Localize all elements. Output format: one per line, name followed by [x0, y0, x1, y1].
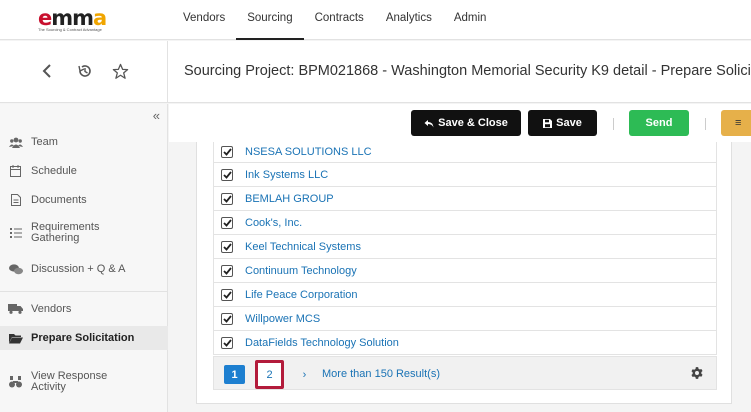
sidebar-divider	[0, 291, 168, 292]
sidebar-item-prepare-solicitation[interactable]: Prepare Solicitation	[0, 326, 168, 350]
check-icon	[222, 218, 232, 227]
save-close-label: Save & Close	[438, 117, 508, 129]
sidebar-item-label: Schedule	[31, 164, 77, 177]
next-page-icon[interactable]: ›	[294, 365, 315, 384]
vendor-name[interactable]: Continuum Technology	[245, 265, 357, 277]
sidebar: « Team Schedule Documents Requirements G…	[0, 104, 168, 412]
check-icon	[222, 242, 232, 251]
gear-icon[interactable]	[690, 366, 704, 380]
send-label: Send	[645, 117, 673, 129]
sidebar-item-schedule[interactable]: Schedule	[0, 163, 168, 179]
save-button[interactable]: Save	[528, 110, 597, 136]
top-bar: emma The Sourcing & Contract Advantage V…	[0, 0, 751, 40]
collapse-sidebar-icon[interactable]: «	[153, 108, 160, 123]
vendor-checkbox[interactable]	[221, 146, 233, 158]
vendor-checkbox[interactable]	[221, 168, 233, 181]
save-close-button[interactable]: Save & Close	[411, 110, 521, 136]
vendor-checkbox[interactable]	[221, 192, 233, 205]
save-label: Save	[556, 117, 582, 129]
nav-sourcing[interactable]: Sourcing	[236, 0, 304, 40]
vendor-list-panel: NSESA SOLUTIONS LLC Ink Systems LLC BEML…	[196, 142, 732, 404]
document-icon	[0, 194, 31, 206]
history-icon[interactable]	[75, 61, 95, 81]
vendor-name[interactable]: Willpower MCS	[245, 313, 320, 325]
vendor-row: NSESA SOLUTIONS LLC	[214, 142, 716, 163]
main-nav: Vendors Sourcing Contracts Analytics Adm…	[172, 0, 497, 40]
nav-vendors[interactable]: Vendors	[172, 0, 236, 40]
sidebar-item-label: Vendors	[31, 302, 72, 315]
vendor-row: Cook's, Inc.	[214, 211, 716, 235]
vendor-row: Ink Systems LLC	[214, 163, 716, 187]
vendor-checkbox[interactable]	[221, 216, 233, 229]
check-icon	[222, 194, 232, 203]
action-bar: Save & Close Save Send ≡	[169, 104, 751, 142]
check-icon	[222, 338, 232, 347]
vendor-row: DataFields Technology Solution	[214, 331, 716, 355]
toolbar-divider	[705, 118, 706, 130]
vendor-name[interactable]: Life Peace Corporation	[245, 289, 358, 301]
pagination-bar: 1 2 › More than 150 Result(s)	[213, 356, 717, 390]
more-actions-button[interactable]: ≡	[721, 110, 751, 136]
page-1-button[interactable]: 1	[224, 365, 245, 384]
sidebar-item-label: Requirements Gathering	[31, 221, 100, 244]
send-button[interactable]: Send	[629, 110, 689, 136]
vendor-name[interactable]: DataFields Technology Solution	[245, 337, 399, 349]
title-icons	[0, 41, 168, 103]
toolbar-divider	[613, 118, 614, 130]
vendor-row: Life Peace Corporation	[214, 283, 716, 307]
sidebar-item-label: Documents	[31, 193, 87, 206]
sidebar-item-documents[interactable]: Documents	[0, 192, 168, 208]
folder-open-icon	[0, 333, 31, 344]
chat-icon	[0, 263, 31, 275]
vendor-name[interactable]: NSESA SOLUTIONS LLC	[245, 146, 372, 158]
binoculars-icon	[0, 376, 31, 388]
nav-admin[interactable]: Admin	[443, 0, 498, 40]
check-icon	[222, 170, 232, 179]
vendor-checkbox[interactable]	[221, 336, 233, 349]
check-icon	[222, 290, 232, 299]
vendor-checkbox[interactable]	[221, 240, 233, 253]
vendor-name[interactable]: Keel Technical Systems	[245, 241, 361, 253]
nav-analytics[interactable]: Analytics	[375, 0, 443, 40]
nav-contracts[interactable]: Contracts	[304, 0, 375, 40]
page-title: Sourcing Project: BPM021868 - Washington…	[184, 63, 751, 79]
vendor-checkbox[interactable]	[221, 312, 233, 325]
sidebar-item-label: Discussion + Q & A	[31, 262, 126, 275]
star-icon[interactable]	[110, 61, 130, 81]
sidebar-item-vendors[interactable]: Vendors	[0, 301, 168, 317]
vendor-checkbox[interactable]	[221, 264, 233, 277]
team-icon	[0, 137, 31, 148]
menu-icon: ≡	[735, 117, 742, 129]
page-2-button[interactable]: 2	[255, 360, 284, 389]
logo-tagline: The Sourcing & Contract Advantage	[38, 27, 102, 32]
vendor-row: Keel Technical Systems	[214, 235, 716, 259]
sidebar-item-label: View Response Activity	[31, 370, 108, 393]
vendor-row: Continuum Technology	[214, 259, 716, 283]
vendor-name[interactable]: Ink Systems LLC	[245, 169, 328, 181]
check-icon	[222, 266, 232, 275]
vendor-row: BEMLAH GROUP	[214, 187, 716, 211]
truck-icon	[0, 304, 31, 314]
floppy-disk-icon	[543, 118, 553, 128]
emma-logo[interactable]: emma The Sourcing & Contract Advantage	[38, 7, 126, 33]
title-bar: Sourcing Project: BPM021868 - Washington…	[0, 41, 751, 103]
vendor-row: Willpower MCS	[214, 307, 716, 331]
undo-icon	[424, 119, 434, 127]
sidebar-item-label: Team	[31, 135, 58, 148]
check-icon	[222, 314, 232, 323]
check-icon	[222, 148, 232, 156]
vendor-list: NSESA SOLUTIONS LLC Ink Systems LLC BEML…	[213, 142, 717, 355]
list-icon	[0, 228, 31, 238]
vendor-checkbox[interactable]	[221, 288, 233, 301]
sidebar-item-view-response[interactable]: View Response Activity	[0, 370, 168, 394]
sidebar-item-requirements[interactable]: Requirements Gathering	[0, 221, 168, 245]
vendor-name[interactable]: BEMLAH GROUP	[245, 193, 334, 205]
sidebar-item-label: Prepare Solicitation	[31, 331, 135, 344]
results-count-link[interactable]: More than 150 Result(s)	[322, 365, 440, 384]
sidebar-item-discussion[interactable]: Discussion + Q & A	[0, 261, 168, 277]
sidebar-item-team[interactable]: Team	[0, 134, 168, 150]
back-icon[interactable]	[37, 61, 57, 81]
vendor-name[interactable]: Cook's, Inc.	[245, 217, 302, 229]
calendar-icon	[0, 165, 31, 177]
